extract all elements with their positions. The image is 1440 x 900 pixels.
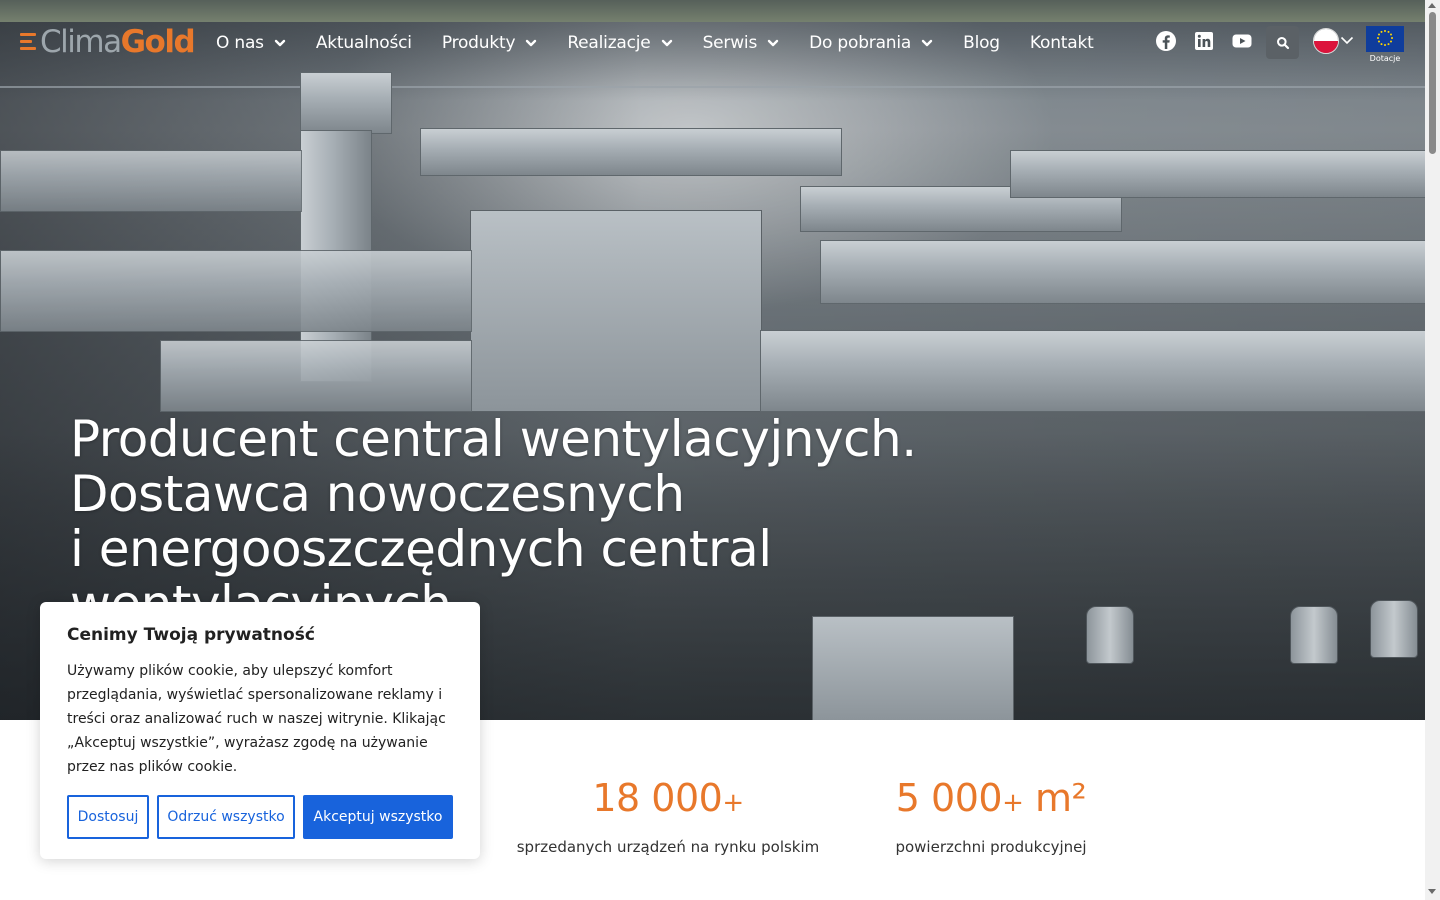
stat-devices-sold: 18 000+ sprzedanych urządzeń na rynku po…	[508, 776, 828, 857]
nav-item-label: Produkty	[441, 33, 516, 53]
hero-heading-line: Producent central wentylacyjnych.	[70, 412, 917, 468]
search-button[interactable]	[1266, 26, 1299, 59]
stat-value: 5 000+ m²	[866, 776, 1116, 825]
main-nav: O nas Aktualności Produkty Realizacje Se…	[216, 28, 1124, 58]
rooftop-fan	[1370, 600, 1418, 658]
duct-segment	[820, 240, 1425, 304]
logo-gold: Gold	[120, 24, 196, 60]
rooftop-fan	[1290, 606, 1338, 664]
duct-segment	[0, 250, 472, 332]
rooftop-fan	[1086, 606, 1134, 664]
nav-item-produkty[interactable]: Produkty	[442, 33, 538, 53]
chevron-down-icon	[661, 39, 672, 47]
hero-heading-line: i energooszczędnych central	[70, 520, 772, 578]
nav-item-label: Do pobrania	[809, 33, 912, 53]
site-header: ClimaGold O nas Aktualności Produkty Rea…	[0, 0, 1425, 84]
nav-item-label: Realizacje	[567, 33, 651, 53]
stat-unit: m²	[1023, 776, 1087, 820]
roof-edge	[0, 86, 1425, 88]
nav-item-aktualnosci[interactable]: Aktualności	[316, 33, 412, 53]
nav-item-o-nas[interactable]: O nas	[216, 33, 286, 53]
nav-item-do-pobrania[interactable]: Do pobrania	[809, 33, 933, 53]
nav-item-label: Blog	[963, 33, 1000, 53]
cookie-reject-button[interactable]: Odrzuć wszystko	[157, 795, 295, 839]
chevron-down-icon	[921, 39, 933, 47]
logo-bars-icon	[20, 31, 38, 53]
stat-number: 18 000	[592, 776, 723, 820]
stat-suffix: +	[1002, 788, 1024, 818]
cookie-title: Cenimy Twoją prywatność	[67, 625, 315, 645]
search-icon	[1276, 36, 1289, 49]
facebook-icon[interactable]	[1155, 30, 1177, 52]
chevron-down-icon	[767, 39, 779, 47]
ventilation-unit	[812, 616, 1014, 720]
language-flag-pl[interactable]	[1313, 28, 1339, 54]
duct-segment	[760, 330, 1425, 412]
nav-item-label: Serwis	[702, 33, 758, 53]
scroll-up-arrow-icon[interactable]	[1428, 3, 1436, 8]
page-scrollbar[interactable]	[1425, 0, 1440, 900]
duct-segment	[160, 340, 472, 412]
eu-flag-icon[interactable]	[1366, 26, 1404, 52]
youtube-icon[interactable]	[1231, 30, 1253, 52]
chevron-down-icon[interactable]	[1340, 34, 1354, 46]
ventilation-unit	[470, 210, 762, 412]
logo[interactable]: ClimaGold	[20, 24, 196, 60]
stat-label: powierzchni produkcyjnej	[895, 838, 1087, 856]
nav-item-realizacje[interactable]: Realizacje	[567, 33, 672, 53]
hero-heading: Producent central wentylacyjnych. Dostaw…	[70, 412, 1030, 608]
stat-suffix: +	[722, 788, 744, 818]
duct-segment	[0, 150, 302, 212]
logo-text: ClimaGold	[40, 24, 196, 60]
cookie-accept-button[interactable]: Akceptuj wszystko	[303, 795, 453, 839]
duct-segment	[1010, 150, 1425, 198]
chevron-down-icon	[274, 39, 286, 47]
nav-item-blog[interactable]: Blog	[963, 33, 1000, 53]
stat-label: sprzedanych urządzeń na rynku polskim	[516, 838, 820, 856]
nav-item-serwis[interactable]: Serwis	[703, 33, 780, 53]
nav-item-label: Kontakt	[1029, 33, 1094, 53]
hero-heading-line: Dostawca nowoczesnych	[70, 465, 685, 523]
eu-grants-label[interactable]: Dotacje	[1366, 54, 1404, 63]
linkedin-icon[interactable]	[1193, 30, 1215, 52]
nav-item-kontakt[interactable]: Kontakt	[1030, 33, 1094, 53]
nav-item-label: Aktualności	[315, 33, 412, 53]
stat-value: 18 000+	[508, 776, 828, 825]
cookie-customize-button[interactable]: Dostosuj	[67, 795, 149, 839]
stat-production-area: 5 000+ m² powierzchni produkcyjnej	[866, 776, 1116, 857]
duct-segment	[420, 128, 842, 176]
nav-item-label: O nas	[216, 33, 264, 53]
scroll-down-arrow-icon[interactable]	[1428, 889, 1436, 894]
cookie-text: Używamy plików cookie, aby ulepszyć komf…	[67, 663, 446, 775]
chevron-down-icon	[526, 39, 537, 47]
stat-number: 5 000	[895, 776, 1003, 820]
logo-clima: Clima	[40, 24, 122, 60]
scrollbar-thumb[interactable]	[1429, 12, 1436, 154]
cookie-consent-banner: Cenimy Twoją prywatność Używamy plików c…	[40, 602, 480, 859]
